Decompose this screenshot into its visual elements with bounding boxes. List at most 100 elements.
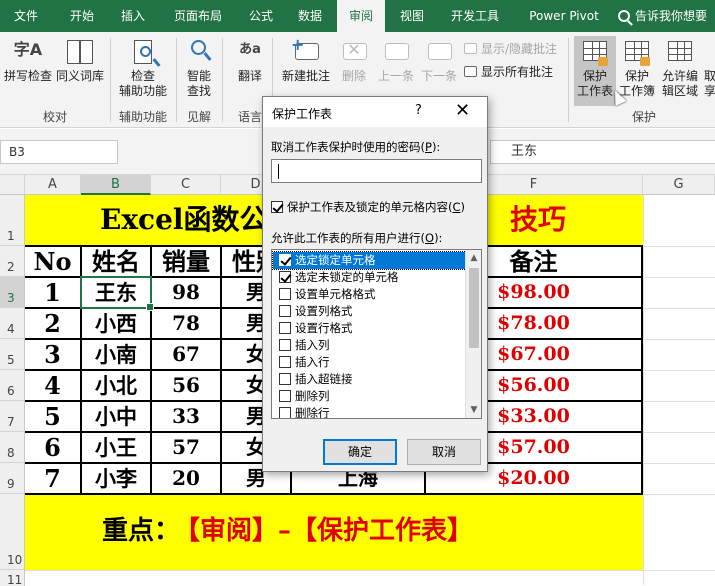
share-workbook-button[interactable]: 取 享 [703,38,715,99]
group-divider [110,38,111,122]
row-header-3[interactable]: 3 [0,277,25,308]
row-header-9[interactable]: 9 [0,463,25,494]
row-header-10[interactable]: 10 [0,494,25,570]
sheet-title-left: Excel函数公 [100,203,262,236]
list-item[interactable]: 插入列 [273,337,466,354]
ok-button[interactable]: 确定 [323,439,397,465]
book-icon [65,38,95,66]
checkbox-icon[interactable] [279,356,291,368]
tab-page-layout[interactable]: 页面布局 [160,0,236,32]
gridline [643,494,715,495]
gridline [643,463,715,464]
column-header-g[interactable]: G [643,175,715,195]
list-scrollbar[interactable]: ▲ ▼ [465,250,481,418]
active-cell-selection[interactable] [80,276,154,311]
row-header-5[interactable]: 5 [0,339,25,370]
new-comment-button[interactable]: + 新建批注 [278,37,334,84]
cancel-button[interactable]: 取消 [407,439,481,465]
row-header-6[interactable]: 6 [0,370,25,401]
tab-power-pivot[interactable]: Power Pivot [518,0,610,32]
tab-formulas[interactable]: 公式 [238,0,284,32]
cell-name: 小中 [95,404,137,429]
tab-home[interactable]: 开始 [56,0,108,32]
checkbox-icon[interactable] [279,407,291,418]
cell-no: 1 [44,278,61,307]
header-name: 姓名 [92,247,140,276]
tab-view[interactable]: 视图 [388,0,436,32]
checkbox-icon[interactable] [279,339,291,351]
list-item[interactable]: 插入超链接 [273,371,466,388]
list-item[interactable]: 设置列格式 [273,303,466,320]
row-header-1[interactable]: 1 [0,195,25,246]
tab-file[interactable]: 文件 [0,0,52,32]
checkbox-checked-icon[interactable] [279,271,291,283]
checkbox-icon[interactable] [279,322,291,334]
checkbox-checked-icon [271,201,283,213]
row-header-8[interactable]: 8 [0,432,25,463]
gridline [643,401,715,402]
tab-data[interactable]: 数据 [286,0,334,32]
row-header-2[interactable]: 2 [0,246,25,277]
list-item[interactable]: 设置单元格格式 [273,286,466,303]
scrollbar-thumb[interactable] [469,268,479,348]
checkbox-checked-icon[interactable] [279,254,291,266]
search-icon [618,10,630,22]
password-input[interactable] [271,159,482,183]
checkbox-icon[interactable] [279,288,291,300]
list-item[interactable]: 删除行 [273,405,466,418]
delete-comment-button[interactable]: ✕ 删除 [338,38,370,84]
column-header-b[interactable]: B [81,175,151,195]
chevron-down-icon[interactable]: ▼ [466,402,481,418]
translate-button[interactable]: あa 翻译 [230,38,270,84]
column-header-a[interactable]: A [25,175,81,195]
list-item[interactable]: 删除列 [273,388,466,405]
row-header-11[interactable]: 11 [0,570,25,586]
magnifier-icon [184,38,214,66]
select-all-corner[interactable] [0,175,25,195]
tab-insert[interactable]: 插入 [108,0,158,32]
list-item[interactable]: 选定未锁定的单元格 [273,269,466,286]
chevron-up-icon[interactable]: ▲ [466,250,481,266]
thesaurus-button[interactable]: 同义词库 [54,38,106,84]
key-point-label: 重点： [102,516,174,546]
permissions-list[interactable]: 选定锁定单元格 选定未锁定的单元格 设置单元格格式 设置列格式 设置行格式 插入… [271,249,482,419]
protect-workbook-button[interactable]: 保护 工作簿 [616,38,658,99]
gridline [25,570,715,571]
checkbox-icon[interactable] [279,305,291,317]
comments-icon [464,66,477,77]
cell-no: 7 [44,464,61,493]
allow-edit-ranges-button[interactable]: 允许编 辑区域 [658,38,702,99]
formula-input[interactable]: 王东 [490,140,715,164]
checkbox-icon[interactable] [279,390,291,402]
next-comment-button[interactable]: 下一条 [418,38,460,84]
show-hide-comment-button[interactable]: 显示/隐藏批注 [464,40,557,57]
gridline [643,339,715,340]
row-header-4[interactable]: 4 [0,308,25,339]
list-item[interactable]: 设置行格式 [273,320,466,337]
name-box[interactable]: B3 [0,140,118,164]
check-accessibility-button[interactable]: 检查 辅助功能 [113,38,173,99]
checkbox-icon[interactable] [279,373,291,385]
list-item[interactable]: 插入行 [273,354,466,371]
show-all-comments-button[interactable]: 显示所有批注 [464,63,553,80]
gridline [643,277,715,278]
protect-sheet-icon [580,38,610,66]
tab-review[interactable]: 审阅 [337,0,385,32]
spell-check-button[interactable]: 字A 拼写检查 [2,38,54,84]
smart-lookup-button[interactable]: 智能 查找 [180,38,218,99]
protect-locked-cells-checkbox[interactable]: 保护工作表及锁定的单元格内容(C) [271,199,465,215]
spell-check-icon: 字A [13,40,43,59]
help-button[interactable]: ? [415,103,422,118]
cell-name: 小李 [95,466,137,491]
close-icon[interactable]: ✕ [455,100,470,121]
header-no: No [33,247,72,276]
tab-developer[interactable]: 开发工具 [440,0,510,32]
header-sales: 销量 [162,247,210,276]
tell-me-search[interactable]: 告诉我你想要 [618,0,707,32]
group-insights-label: 见解 [186,110,211,124]
cell-no: 4 [44,371,61,400]
row-header-7[interactable]: 7 [0,401,25,432]
list-item[interactable]: 选定锁定单元格 [272,251,467,270]
column-header-c[interactable]: C [151,175,221,195]
previous-comment-button[interactable]: 上一条 [374,38,418,84]
